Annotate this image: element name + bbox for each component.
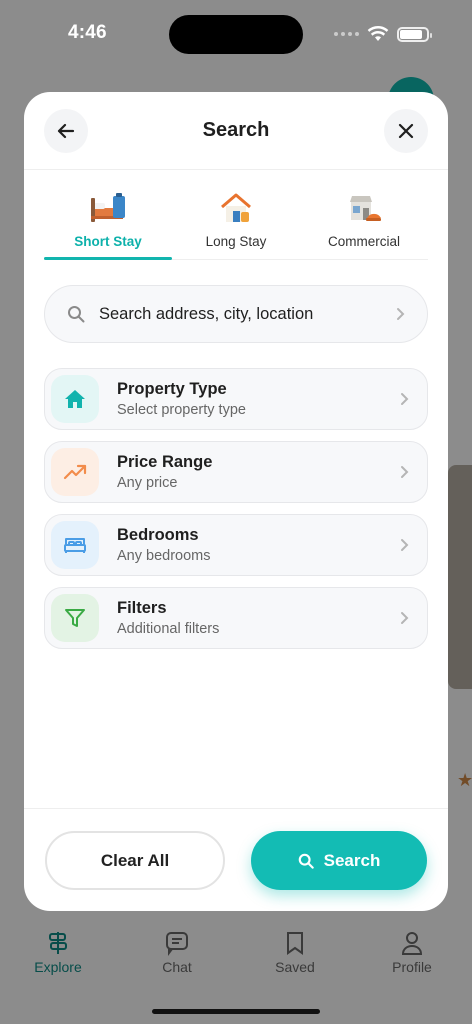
filters-title: Filters	[117, 599, 167, 617]
property-type-subtitle: Select property type	[117, 402, 246, 418]
tab-long-stay[interactable]: Long Stay	[172, 182, 300, 259]
chevron-right-icon	[401, 393, 409, 405]
price-range-subtitle: Any price	[117, 475, 178, 491]
modal-footer: Clear All Search	[24, 808, 448, 911]
bed-icon	[89, 186, 127, 224]
stay-type-tabs: Short Stay Long Stay Commercial	[44, 182, 428, 260]
home-indicator	[152, 1009, 320, 1014]
search-modal: Search Short Stay Long Stay Commercial S…	[24, 92, 448, 911]
search-icon	[298, 853, 314, 869]
home-icon	[51, 375, 99, 423]
bedrooms-title: Bedrooms	[117, 526, 199, 544]
bedrooms-option[interactable]: Bedrooms Any bedrooms	[44, 514, 428, 576]
modal-header: Search	[24, 92, 448, 170]
chevron-right-icon	[397, 308, 405, 320]
chevron-right-icon	[401, 539, 409, 551]
clear-all-button[interactable]: Clear All	[45, 831, 225, 890]
search-button[interactable]: Search	[251, 831, 427, 890]
property-type-option[interactable]: Property Type Select property type	[44, 368, 428, 430]
chevron-right-icon	[401, 466, 409, 478]
price-range-title: Price Range	[117, 453, 213, 471]
bedrooms-subtitle: Any bedrooms	[117, 548, 211, 564]
funnel-icon	[51, 594, 99, 642]
battery-icon	[397, 26, 432, 42]
bed-outline-icon	[51, 521, 99, 569]
search-button-label: Search	[323, 850, 381, 870]
tab-commercial-label: Commercial	[327, 234, 400, 249]
wifi-icon	[367, 26, 389, 41]
filters-option[interactable]: Filters Additional filters	[44, 587, 428, 649]
chevron-right-icon	[401, 612, 409, 624]
status-time: 4:46	[68, 22, 107, 43]
tab-long-stay-label: Long Stay	[205, 234, 267, 249]
search-placeholder: Search address, city, location	[99, 304, 314, 323]
tab-short-stay[interactable]: Short Stay	[44, 182, 172, 260]
tab-short-stay-label: Short Stay	[74, 234, 142, 249]
close-button[interactable]	[384, 109, 428, 153]
status-icons	[334, 26, 432, 42]
signal-icon	[334, 32, 359, 36]
active-tab-indicator	[44, 257, 172, 260]
house-icon	[219, 186, 253, 224]
dynamic-island	[169, 15, 303, 54]
property-type-title: Property Type	[117, 380, 227, 398]
trending-up-icon	[51, 448, 99, 496]
tab-commercial[interactable]: Commercial	[300, 182, 428, 259]
search-location-input[interactable]: Search address, city, location	[44, 285, 428, 343]
price-range-option[interactable]: Price Range Any price	[44, 441, 428, 503]
close-icon	[398, 123, 414, 139]
shop-icon	[347, 186, 381, 224]
filters-subtitle: Additional filters	[117, 621, 220, 637]
search-icon	[68, 306, 85, 323]
